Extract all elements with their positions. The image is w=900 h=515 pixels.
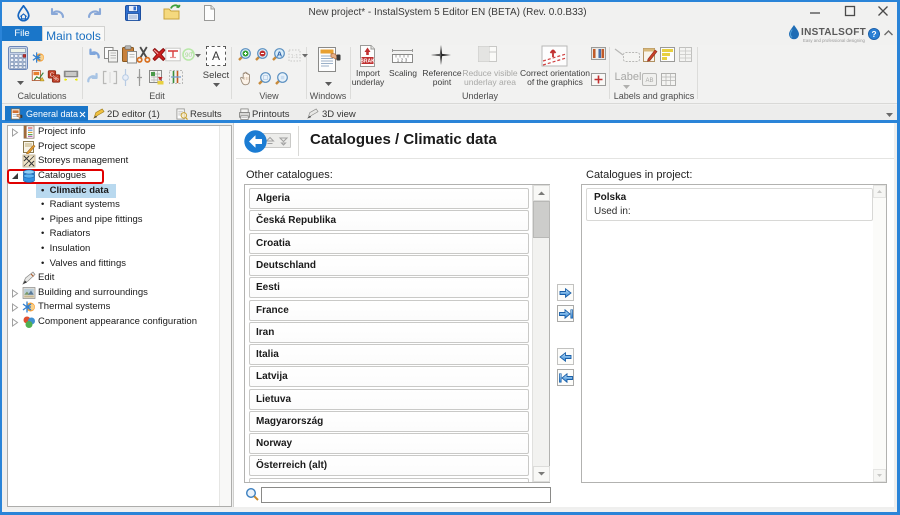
svg-text:1:1: 1:1 — [291, 54, 299, 60]
svg-text:AB: AB — [645, 78, 653, 84]
svg-text:BRAK: BRAK — [360, 58, 375, 64]
svg-text:90: 90 — [185, 52, 193, 59]
svg-text:?: ? — [871, 29, 876, 39]
svg-text:A: A — [277, 49, 283, 58]
svg-text:%: % — [53, 77, 58, 83]
